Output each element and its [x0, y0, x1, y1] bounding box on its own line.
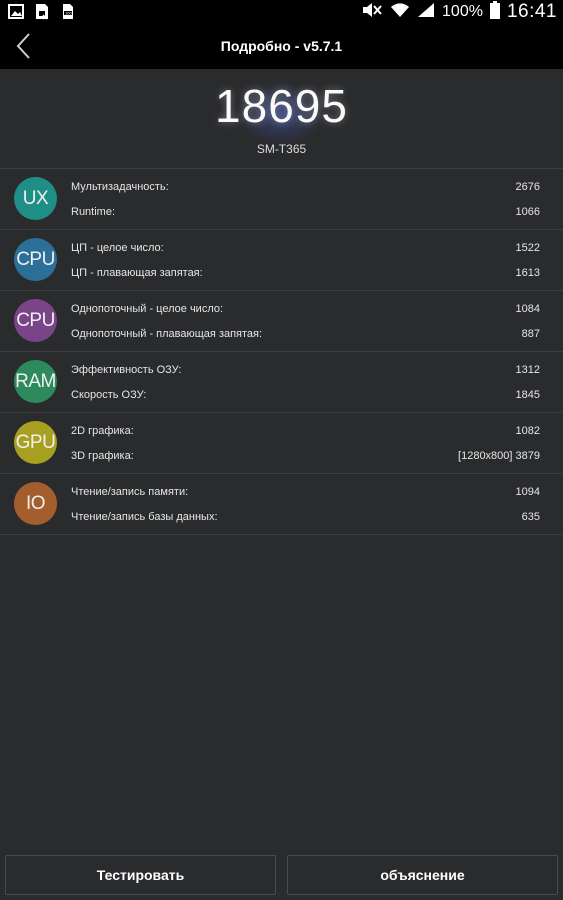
metric-value: 1066 — [515, 206, 540, 218]
metric-value: 1613 — [515, 267, 540, 279]
metric-value: [1280x800] 3879 — [458, 450, 540, 462]
metric-label: Чтение/запись базы данных: — [71, 511, 218, 523]
total-score: 18695 — [215, 80, 348, 132]
svg-text:100: 100 — [65, 11, 72, 16]
result-row-cpu-single: CPU Однопоточный - целое число: 1084 Одн… — [0, 290, 563, 351]
metric-value: 1312 — [515, 364, 540, 376]
metric-label: Чтение/запись памяти: — [71, 486, 189, 498]
metric-label: Однопоточный - целое число: — [71, 303, 224, 315]
signal-icon — [417, 2, 435, 23]
metric-label: ЦП - целое число: — [71, 242, 164, 254]
wifi-icon — [390, 2, 410, 23]
page-title: Подробно - v5.7.1 — [220, 38, 343, 54]
io-badge: IO — [14, 482, 57, 525]
metric-label: Мультизадачность: — [71, 181, 169, 193]
gpu-badge: GPU — [14, 421, 57, 464]
metric-label: Runtime: — [71, 206, 116, 218]
metric-label: Скорость ОЗУ: — [71, 389, 147, 401]
metric-value: 1094 — [515, 486, 540, 498]
ram-badge: RAM — [14, 360, 57, 403]
metric-value: 1082 — [515, 425, 540, 437]
notification-icons: 100 — [8, 3, 76, 20]
image-icon — [8, 3, 24, 20]
status-bar: 100 100% 16:41 — [0, 0, 563, 24]
device-model: SM-T365 — [256, 142, 307, 156]
cpu-single-badge: CPU — [14, 299, 57, 342]
storage-icon: 100 — [60, 3, 76, 20]
sd-card-icon — [34, 3, 50, 20]
cpu-badge: CPU — [14, 238, 57, 281]
metric-value: 887 — [521, 328, 540, 340]
battery-percent: 100% — [442, 3, 483, 20]
test-button[interactable]: Тестировать — [5, 855, 276, 895]
metric-value: 1522 — [515, 242, 540, 254]
metric-value: 2676 — [515, 181, 540, 193]
metric-label: Эффективность ОЗУ: — [71, 364, 182, 376]
metric-label: 2D графика: — [71, 425, 134, 437]
metric-value: 1845 — [515, 389, 540, 401]
system-status: 100% 16:41 — [361, 0, 557, 24]
result-row-cpu: CPU ЦП - целое число: 1522 ЦП - плавающа… — [0, 229, 563, 290]
results-list: UX Мультизадачность: 2676 Runtime: 1066 … — [0, 168, 563, 535]
metric-label: ЦП - плавающая запятая: — [71, 267, 203, 279]
result-row-ux: UX Мультизадачность: 2676 Runtime: 1066 — [0, 168, 563, 229]
metric-value: 635 — [521, 511, 540, 523]
result-row-gpu: GPU 2D графика: 1082 3D графика: [1280x8… — [0, 412, 563, 473]
explain-button[interactable]: объяснение — [287, 855, 558, 895]
ux-badge: UX — [14, 177, 57, 220]
score-block: 18695 SM-T365 — [0, 69, 563, 168]
app-header: Подробно - v5.7.1 — [0, 24, 563, 69]
metric-label: Однопоточный - плавающая запятая: — [71, 328, 263, 340]
metric-value: 1084 — [515, 303, 540, 315]
screen: 100 100% 16:41 Подробно - v5.7.1 18695 S… — [0, 0, 563, 900]
result-row-ram: RAM Эффективность ОЗУ: 1312 Скорость ОЗУ… — [0, 351, 563, 412]
metric-label: 3D графика: — [71, 450, 134, 462]
battery-icon — [489, 0, 500, 24]
mute-icon — [361, 2, 383, 23]
result-row-io: IO Чтение/запись памяти: 1094 Чтение/зап… — [0, 473, 563, 535]
clock: 16:41 — [506, 1, 557, 22]
